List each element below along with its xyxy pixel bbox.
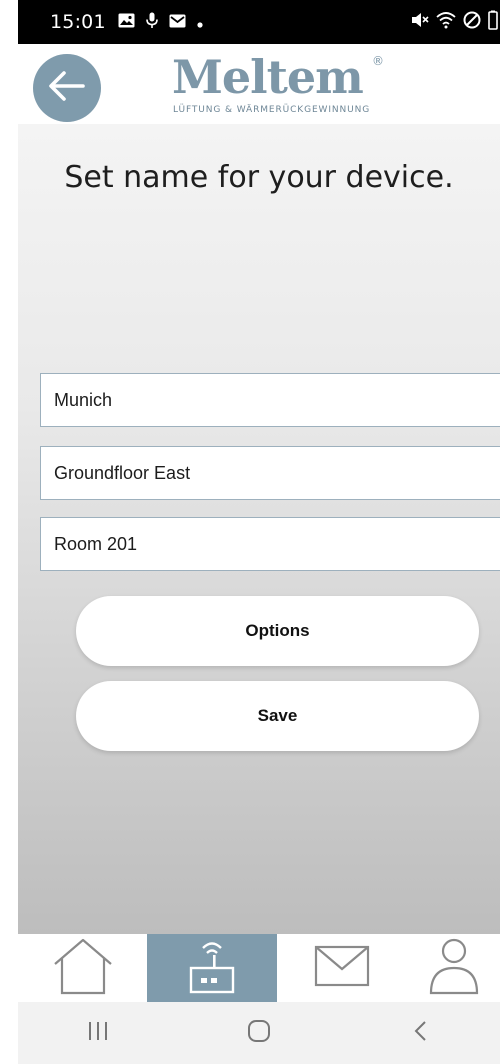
- logo-wordmark: Meltem: [172, 50, 364, 104]
- location-field[interactable]: [40, 373, 500, 427]
- home-icon: [52, 937, 114, 999]
- meltem-logo: Meltem ® LÜFTUNG & WÄRMERÜCKGEWINNUNG: [172, 50, 384, 118]
- mail-icon: [314, 945, 370, 991]
- notification-icons: [118, 12, 203, 33]
- bottom-navigation: [18, 934, 500, 1002]
- dot-icon: [197, 13, 203, 32]
- mic-icon: [145, 12, 158, 33]
- recent-apps-button[interactable]: [53, 1008, 143, 1058]
- app-header: Meltem ® LÜFTUNG & WÄRMERÜCKGEWINNUNG: [18, 44, 500, 125]
- home-button[interactable]: [214, 1008, 304, 1058]
- back-button[interactable]: [33, 54, 101, 122]
- floor-input[interactable]: [41, 461, 500, 485]
- save-button[interactable]: Save: [76, 681, 479, 751]
- nav-item-home[interactable]: [18, 934, 147, 1002]
- phone-screen: 15:01 Meltem ® LÜFTUNG & WÄRMERÜCKGEWINN…: [18, 0, 500, 1064]
- logo-registered-mark: ®: [372, 54, 384, 68]
- options-button[interactable]: Options: [76, 596, 479, 666]
- user-icon: [428, 937, 480, 999]
- mute-icon: [410, 10, 430, 34]
- page-title: Set name for your device.: [64, 160, 454, 195]
- router-icon: [187, 938, 237, 998]
- system-status-icons: [410, 10, 498, 34]
- recent-apps-icon: [87, 1021, 109, 1045]
- main-content: Set name for your device. Options Save: [18, 124, 500, 934]
- nav-item-messages[interactable]: [277, 934, 407, 1002]
- home-button-icon: [247, 1019, 271, 1047]
- back-icon: [413, 1020, 427, 1046]
- wifi-icon: [436, 10, 456, 34]
- status-bar: 15:01: [18, 0, 500, 44]
- image-icon: [118, 13, 135, 32]
- blocked-icon: [462, 10, 482, 34]
- status-time: 15:01: [50, 11, 106, 33]
- mail-icon: [169, 13, 186, 32]
- battery-icon: [488, 10, 498, 34]
- arrow-left-icon: [49, 71, 85, 105]
- floor-field[interactable]: [40, 446, 500, 500]
- room-input[interactable]: [41, 532, 500, 556]
- back-nav-button[interactable]: [375, 1008, 465, 1058]
- room-field[interactable]: [40, 517, 500, 571]
- location-input[interactable]: [41, 388, 500, 412]
- nav-item-profile[interactable]: [407, 934, 500, 1002]
- nav-item-device[interactable]: [147, 934, 277, 1002]
- system-navigation-bar: [18, 1002, 500, 1064]
- logo-tagline: LÜFTUNG & WÄRMERÜCKGEWINNUNG: [173, 105, 371, 115]
